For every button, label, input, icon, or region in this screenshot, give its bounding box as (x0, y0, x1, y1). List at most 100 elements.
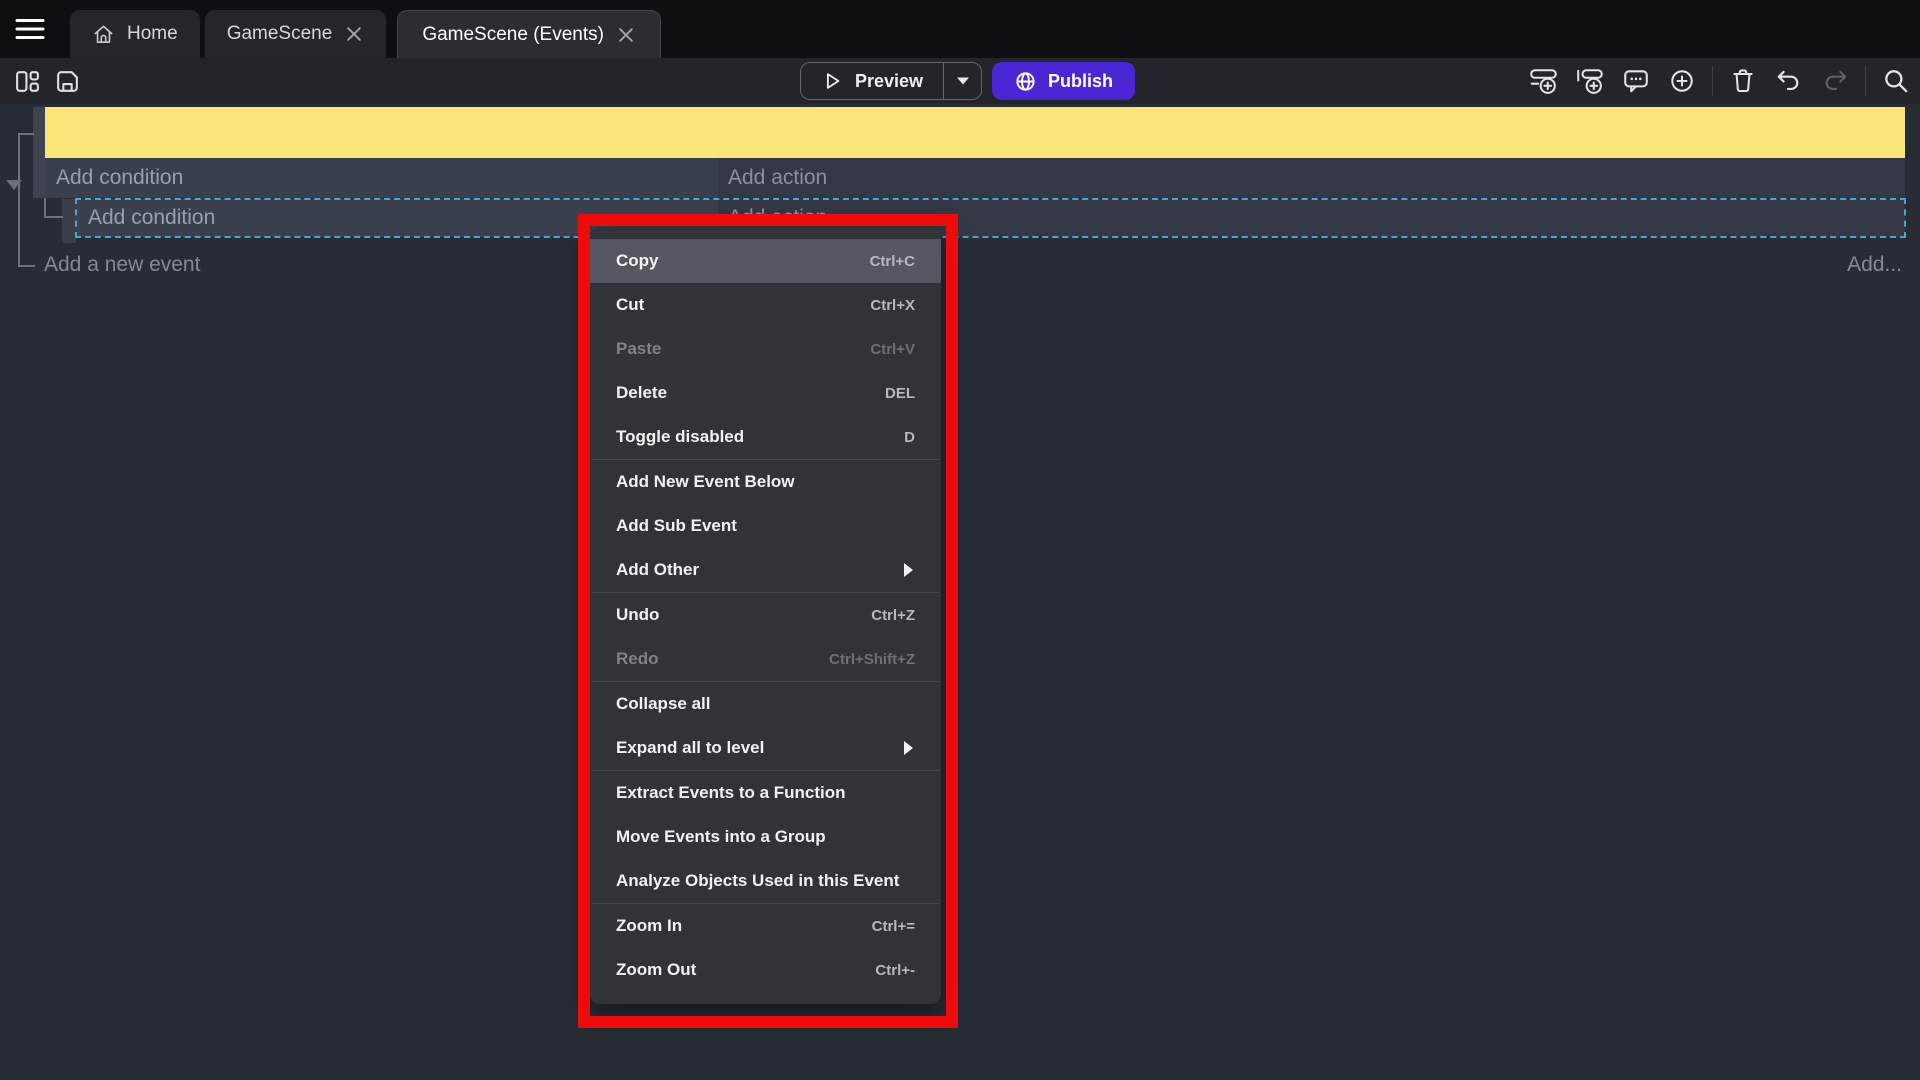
add-more-link[interactable]: Add... (1847, 253, 1902, 277)
editor-layout-icon (14, 68, 41, 95)
close-icon (347, 27, 361, 41)
context-menu-item-expand-all-to-level[interactable]: Expand all to level (590, 726, 941, 770)
globe-icon (1014, 70, 1037, 93)
tab-home[interactable]: Home (70, 10, 200, 58)
context-menu-item-zoom-out[interactable]: Zoom OutCtrl+- (590, 948, 941, 992)
context-menu-item-delete[interactable]: Delete DEL (590, 371, 941, 415)
context-menu-item-toggle-disabled[interactable]: Toggle disabledD (590, 415, 941, 459)
menu-item-label: Move Events into a Group (616, 827, 826, 847)
add-subevent-button[interactable] (1574, 65, 1606, 97)
menu-item-shortcut: DEL (885, 385, 915, 402)
close-tab-button[interactable] (344, 24, 364, 44)
event-add-condition[interactable]: Add condition (45, 158, 718, 198)
add-other-event-button[interactable] (1666, 65, 1698, 97)
redo-icon (1821, 68, 1849, 94)
add-new-event-link[interactable]: Add a new event (44, 253, 200, 277)
menu-item-shortcut: Ctrl+- (875, 962, 915, 979)
hamburger-icon (14, 16, 46, 42)
undo-icon (1775, 68, 1803, 94)
menu-item-label: Add Sub Event (616, 516, 737, 536)
delete-button[interactable] (1727, 65, 1759, 97)
menu-item-label: Cut (616, 295, 644, 315)
context-menu-item-collapse-all[interactable]: Collapse all (590, 682, 941, 726)
menu-item-label: Copy (616, 251, 659, 271)
menu-item-label: Add Other (616, 560, 699, 580)
preview-label: Preview (855, 71, 923, 92)
context-menu: CopyCtrl+CCutCtrl+XPasteCtrl+VDeleteDELT… (590, 227, 941, 1004)
context-menu-item-move-events-into-a-group[interactable]: Move Events into a Group (590, 815, 941, 859)
event-add-action[interactable]: Add action (718, 158, 1905, 198)
undo-button[interactable] (1773, 65, 1805, 97)
context-menu-item-add-sub-event[interactable]: Add Sub Event (590, 504, 941, 548)
toolbar-divider (1712, 66, 1713, 96)
search-icon (1882, 67, 1910, 95)
event-tree-line (44, 216, 63, 218)
toolbar-divider (1865, 66, 1866, 96)
add-event-icon (1529, 67, 1559, 95)
menu-item-shortcut: Ctrl+Z (871, 607, 915, 624)
trash-icon (1730, 67, 1756, 95)
menu-item-shortcut: Ctrl+C (870, 253, 915, 270)
subevent-drag-handle[interactable] (62, 199, 76, 243)
publish-button[interactable]: Publish (992, 62, 1135, 100)
add-condition-label: Add condition (56, 166, 183, 190)
add-condition-label: Add condition (88, 206, 215, 230)
event-tree-line (18, 133, 20, 267)
event-drag-handle[interactable] (33, 107, 45, 198)
search-button[interactable] (1880, 65, 1912, 97)
gdevelop-window: Home GameScene GameScene (Events) (0, 0, 1920, 1080)
context-menu-item-undo[interactable]: Undo Ctrl+Z (590, 593, 941, 637)
menu-item-label: Redo (616, 649, 659, 669)
event-tree-line (18, 133, 34, 135)
context-menu-item-extract-events-to-a-function[interactable]: Extract Events to a Function (590, 771, 941, 815)
event-tree-line (18, 265, 35, 267)
close-tab-button[interactable] (616, 25, 636, 45)
menu-item-shortcut: D (904, 429, 915, 446)
context-menu-item-analyze-objects-used-in-this-event[interactable]: Analyze Objects Used in this Event (590, 859, 941, 903)
toolbar-right-icons (1528, 58, 1912, 104)
menu-item-label: Undo (616, 605, 659, 625)
preview-button[interactable]: Preview (801, 63, 943, 99)
tab-gamescene[interactable]: GameScene (205, 10, 387, 58)
menu-item-label: Extract Events to a Function (616, 783, 846, 803)
menu-item-shortcut: Ctrl+X (870, 297, 915, 314)
tab-bar: Home GameScene GameScene (Events) (0, 0, 1920, 58)
context-menu-item-zoom-in[interactable]: Zoom InCtrl+= (590, 904, 941, 948)
tab-label: GameScene (227, 23, 333, 45)
context-menu-item-add-new-event-below[interactable]: Add New Event Below (590, 460, 941, 504)
menu-item-shortcut: Ctrl+Shift+Z (829, 651, 915, 668)
events-toolbar: Preview Publish (0, 58, 1920, 104)
context-menu-item-cut[interactable]: Cut Ctrl+X (590, 283, 941, 327)
home-icon (92, 23, 115, 46)
add-event-button[interactable] (1528, 65, 1560, 97)
editor-layout-button[interactable] (12, 66, 42, 96)
redo-button[interactable] (1819, 65, 1851, 97)
menu-item-label: Collapse all (616, 694, 710, 714)
tab-gamescene-events[interactable]: GameScene (Events) (397, 10, 661, 58)
context-menu-item-add-other[interactable]: Add Other (590, 548, 941, 592)
save-icon (54, 68, 81, 95)
submenu-arrow-icon (904, 563, 913, 577)
play-icon (821, 70, 843, 92)
chevron-down-icon (955, 75, 971, 87)
preview-options-button[interactable] (943, 63, 981, 99)
menu-item-label: Delete (616, 383, 667, 403)
close-icon (619, 28, 633, 42)
add-comment-button[interactable] (1620, 65, 1652, 97)
menu-item-label: Analyze Objects Used in this Event (616, 871, 899, 891)
collapse-event-arrow[interactable] (6, 180, 22, 190)
menu-item-label: Add New Event Below (616, 472, 795, 492)
event-comment[interactable] (45, 107, 1905, 158)
add-action-label: Add action (728, 166, 827, 190)
add-other-event-icon (1668, 67, 1696, 95)
publish-label: Publish (1048, 71, 1113, 92)
context-menu-item-redo: Redo Ctrl+Shift+Z (590, 637, 941, 681)
menu-item-label: Expand all to level (616, 738, 764, 758)
tab-strip: Home GameScene GameScene (Events) (70, 10, 666, 58)
save-button[interactable] (52, 66, 82, 96)
context-menu-item-copy[interactable]: Copy Ctrl+C (590, 239, 941, 283)
hamburger-menu-button[interactable] (10, 13, 50, 45)
add-subevent-icon (1575, 67, 1605, 95)
menu-item-shortcut: Ctrl+= (872, 918, 915, 935)
preview-button-group: Preview (800, 62, 982, 100)
